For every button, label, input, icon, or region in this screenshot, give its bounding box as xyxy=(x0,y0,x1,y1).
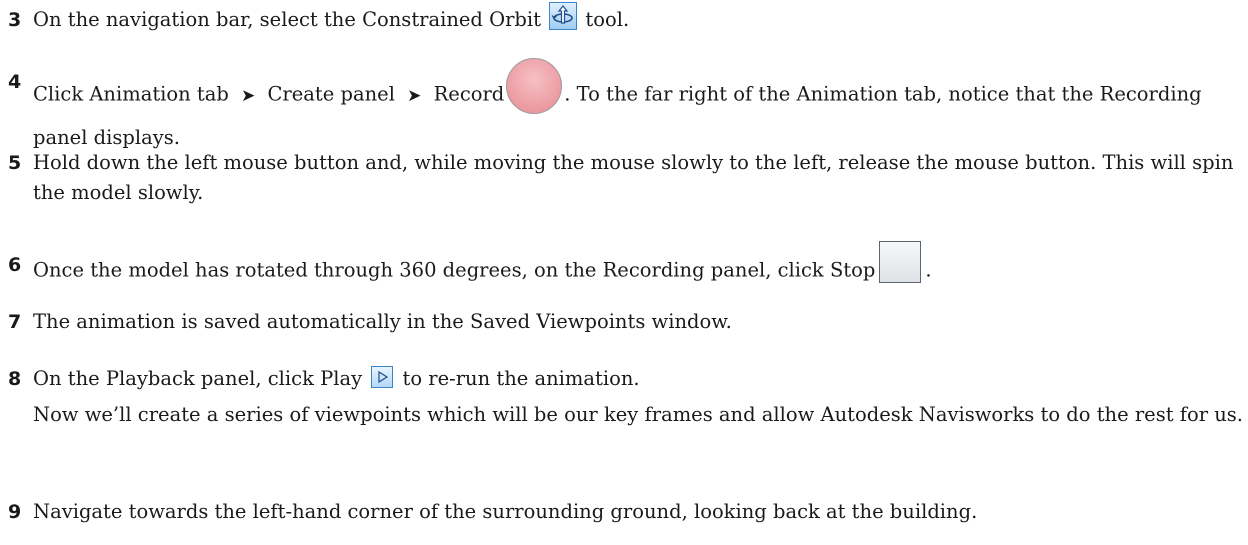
step-note: Now we’ll create a series of viewpoints … xyxy=(33,403,1243,426)
step-text-after: . xyxy=(925,258,932,282)
step-7: 7 The animation is saved automatically i… xyxy=(8,307,1248,337)
menu-arrow: ➤ xyxy=(241,85,256,106)
step-number: 9 xyxy=(8,501,22,523)
step-text: On the navigation bar, select the Constr… xyxy=(33,1,1248,35)
step-text-after: tool. xyxy=(585,8,630,31)
step-text: Once the model has rotated through 360 d… xyxy=(33,241,1248,292)
step-text: On the Playback panel, click Play to re-… xyxy=(33,364,1248,394)
step-text-before: On the navigation bar, select the Constr… xyxy=(33,8,541,31)
step-5: 5 Hold down the left mouse button and, w… xyxy=(8,148,1248,208)
step-text: Navigate towards the left-hand corner of… xyxy=(33,500,978,523)
step-8: 8 On the Playback panel, click Play to r… xyxy=(8,364,1248,430)
step-number: 3 xyxy=(8,9,22,31)
constrained-orbit-icon xyxy=(549,1,578,30)
step-text-part2: Create panel xyxy=(267,82,395,106)
record-icon xyxy=(506,58,563,114)
step-3: 3 On the navigation bar, select the Cons… xyxy=(8,1,1248,35)
step-text-before: On the Playback panel, click Play xyxy=(33,367,363,390)
step-6: 6 Once the model has rotated through 360… xyxy=(8,241,1248,292)
step-number: 6 xyxy=(8,254,22,276)
step-4: 4 Click Animation tab ➤ Create panel ➤ R… xyxy=(8,58,1248,153)
step-text-part1: Click Animation tab xyxy=(33,82,229,106)
step-text: Click Animation tab ➤ Create panel ➤ Rec… xyxy=(33,58,1248,153)
menu-arrow: ➤ xyxy=(407,85,422,106)
step-text-before: Once the model has rotated through 360 d… xyxy=(33,258,876,282)
step-text: The animation is saved automatically in … xyxy=(33,310,732,333)
step-text-part3: Record xyxy=(433,82,505,106)
play-icon xyxy=(371,365,394,388)
step-text: Hold down the left mouse button and, whi… xyxy=(33,151,1234,204)
step-number: 5 xyxy=(8,152,22,174)
stop-icon xyxy=(879,241,922,283)
step-9: 9 Navigate towards the left-hand corner … xyxy=(8,497,1248,527)
step-number: 8 xyxy=(8,368,22,390)
step-number: 7 xyxy=(8,311,22,333)
step-number: 4 xyxy=(8,71,22,93)
step-text-after: to re-run the animation. xyxy=(402,367,640,390)
